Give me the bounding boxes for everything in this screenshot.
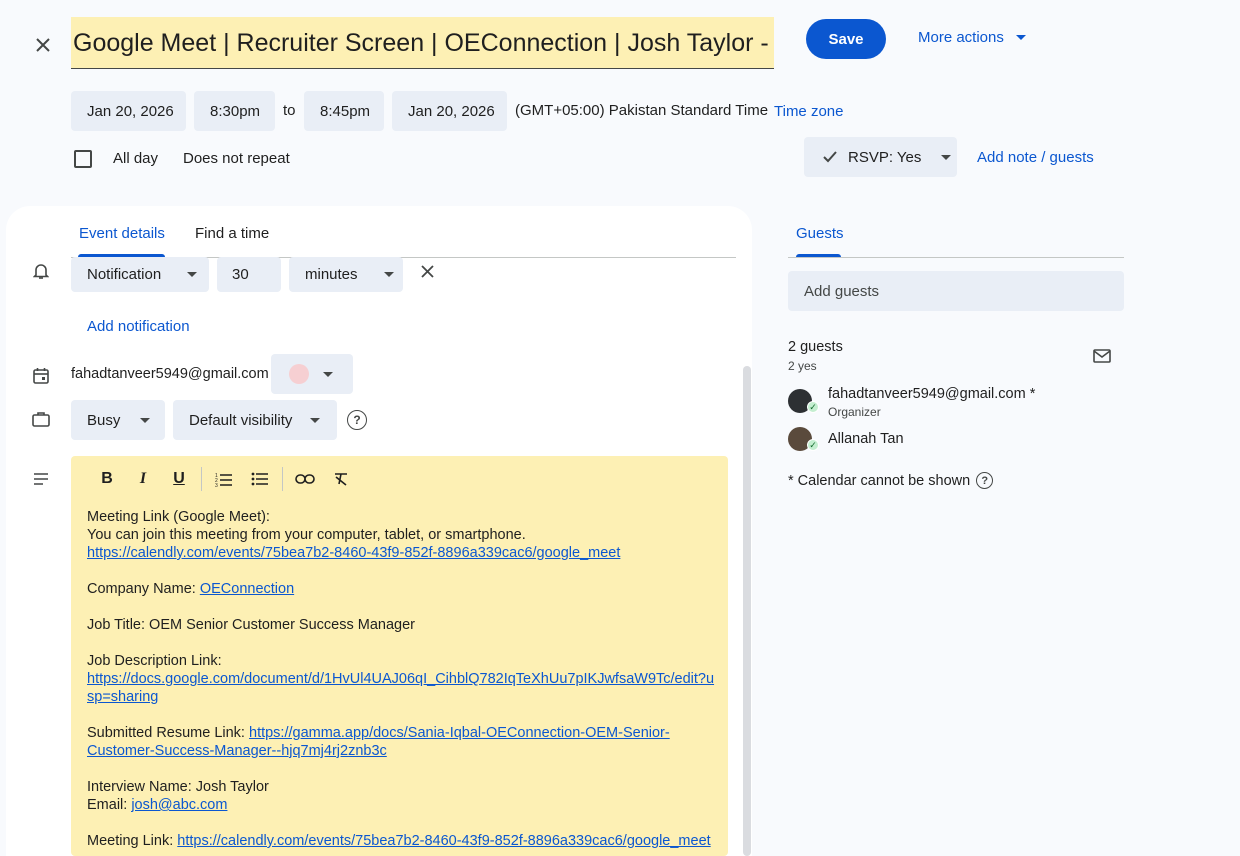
description-text[interactable]: Meeting Link (Google Meet): You can join… <box>87 508 717 850</box>
email-label: Email: <box>87 797 132 813</box>
chevron-down-icon <box>941 154 952 160</box>
repeat-dropdown[interactable]: Does not repeat <box>183 150 290 167</box>
notification-unit-text: minutes <box>305 266 358 283</box>
description-icon <box>30 468 52 490</box>
job-description-link[interactable]: https://docs.google.com/document/d/1HvUl… <box>87 671 714 705</box>
calendar-color-dropdown[interactable] <box>271 354 353 394</box>
guest-name: fahadtanveer5949@gmail.com * <box>828 386 1036 402</box>
scrollbar-thumb[interactable] <box>743 366 751 856</box>
busy-dropdown[interactable]: Busy <box>71 400 165 440</box>
notification-type-dropdown[interactable]: Notification <box>71 257 209 292</box>
email-guests-icon[interactable] <box>1092 346 1112 366</box>
clear-formatting-icon[interactable] <box>323 466 359 492</box>
start-date-button[interactable]: Jan 20, 2026 <box>71 91 186 131</box>
notification-type-text: Notification <box>87 266 162 283</box>
description-line: You can join this meeting from your comp… <box>87 527 526 543</box>
chevron-down-icon <box>323 371 333 377</box>
meeting-link-2[interactable]: https://calendly.com/events/75bea7b2-846… <box>177 833 710 849</box>
email-link[interactable]: josh@abc.com <box>131 797 227 813</box>
remove-notification-icon[interactable] <box>417 261 437 281</box>
chevron-down-icon <box>310 417 321 423</box>
numbered-list-icon[interactable]: 123 <box>206 466 242 492</box>
svg-text:3: 3 <box>215 483 218 487</box>
link-icon[interactable] <box>287 466 323 492</box>
timezone-text: (GMT+05:00) Pakistan Standard Time <box>515 102 769 119</box>
tab-event-details[interactable]: Event details <box>79 225 165 242</box>
guest-name: Allanah Tan <box>828 431 904 447</box>
resume-label: Submitted Resume Link: <box>87 725 249 741</box>
chevron-down-icon <box>1015 35 1026 40</box>
calendar-icon <box>30 364 52 386</box>
company-link[interactable]: OEConnection <box>200 581 294 597</box>
calendar-note-text: * Calendar cannot be shown <box>788 472 971 489</box>
start-time-text: 8:30pm <box>210 102 261 120</box>
all-day-label: All day <box>113 150 159 167</box>
guest-role: Organizer <box>828 405 881 419</box>
to-label: to <box>283 102 296 119</box>
help-icon[interactable]: ? <box>976 472 994 489</box>
bold-icon[interactable]: B <box>89 466 125 492</box>
toolbar-divider <box>201 467 202 491</box>
save-button[interactable]: Save <box>806 19 886 59</box>
formatting-toolbar: B I U 123 <box>89 466 359 492</box>
more-actions-label: More actions <box>918 29 1004 46</box>
bell-icon <box>30 260 52 282</box>
guest-yes-count: 2 yes <box>788 359 817 373</box>
start-date-text: Jan 20, 2026 <box>87 102 174 120</box>
add-note-guests-link[interactable]: Add note / guests <box>977 149 1094 166</box>
toolbar-divider <box>282 467 283 491</box>
timezone-link[interactable]: Time zone <box>774 103 843 120</box>
end-date-text: Jan 20, 2026 <box>408 102 495 120</box>
busy-text: Busy <box>87 411 121 429</box>
chevron-down-icon <box>187 272 198 277</box>
underline-icon[interactable]: U <box>161 466 197 492</box>
guest-count: 2 guests <box>788 339 843 355</box>
accepted-check-icon: ✓ <box>807 401 819 413</box>
interview-name-line: Interview Name: Josh Taylor <box>87 779 269 795</box>
notification-amount-text: 30 <box>232 266 249 283</box>
tab-find-a-time[interactable]: Find a time <box>195 225 269 242</box>
description-line: Meeting Link (Google Meet): <box>87 509 270 525</box>
end-time-button[interactable]: 8:45pm <box>304 91 384 131</box>
chevron-down-icon <box>140 417 151 423</box>
notification-unit-dropdown[interactable]: minutes <box>289 257 403 292</box>
rsvp-dropdown[interactable]: RSVP: Yes <box>804 137 957 177</box>
end-date-button[interactable]: Jan 20, 2026 <box>392 91 507 131</box>
color-swatch <box>289 364 309 384</box>
rsvp-label: RSVP: Yes <box>848 148 922 166</box>
calendar-note: * Calendar cannot be shown ? <box>788 472 994 489</box>
chevron-down-icon <box>383 272 394 277</box>
italic-icon[interactable]: I <box>125 466 161 492</box>
check-icon <box>823 151 837 163</box>
accepted-check-icon: ✓ <box>807 439 819 451</box>
end-time-text: 8:45pm <box>320 102 371 120</box>
company-label: Company Name: <box>87 581 200 597</box>
visibility-text: Default visibility <box>189 411 293 429</box>
guest-row[interactable]: ✓ Allanah Tan <box>788 427 1124 453</box>
calendar-owner-email: fahadtanveer5949@gmail.com <box>71 366 269 382</box>
job-description-label: Job Description Link: <box>87 653 222 669</box>
close-icon[interactable] <box>28 30 58 60</box>
notification-amount-input[interactable]: 30 <box>217 257 281 292</box>
visibility-dropdown[interactable]: Default visibility <box>173 400 337 440</box>
add-guests-input[interactable]: Add guests <box>788 271 1124 311</box>
tab-guests[interactable]: Guests <box>796 225 844 242</box>
more-actions-button[interactable]: More actions <box>918 29 1026 46</box>
add-guests-placeholder: Add guests <box>804 282 880 300</box>
job-title-line: Job Title: OEM Senior Customer Success M… <box>87 617 415 633</box>
help-icon[interactable]: ? <box>347 410 367 430</box>
bulleted-list-icon[interactable] <box>242 466 278 492</box>
guests-tabs-divider <box>788 257 1124 258</box>
add-notification-link[interactable]: Add notification <box>87 318 190 335</box>
meeting-link[interactable]: https://calendly.com/events/75bea7b2-846… <box>87 545 620 561</box>
description-editor[interactable]: B I U 123 Meeting Link (Google Meet): Yo… <box>71 456 728 856</box>
start-time-button[interactable]: 8:30pm <box>194 91 275 131</box>
all-day-checkbox[interactable] <box>74 150 92 168</box>
briefcase-icon <box>30 408 52 430</box>
event-title-input[interactable]: Google Meet | Recruiter Screen | OEConne… <box>71 17 774 69</box>
meeting-label: Meeting Link: <box>87 833 178 849</box>
guests-tab-indicator <box>796 254 841 257</box>
guest-row[interactable]: ✓ fahadtanveer5949@gmail.com * Organizer <box>788 386 1124 420</box>
